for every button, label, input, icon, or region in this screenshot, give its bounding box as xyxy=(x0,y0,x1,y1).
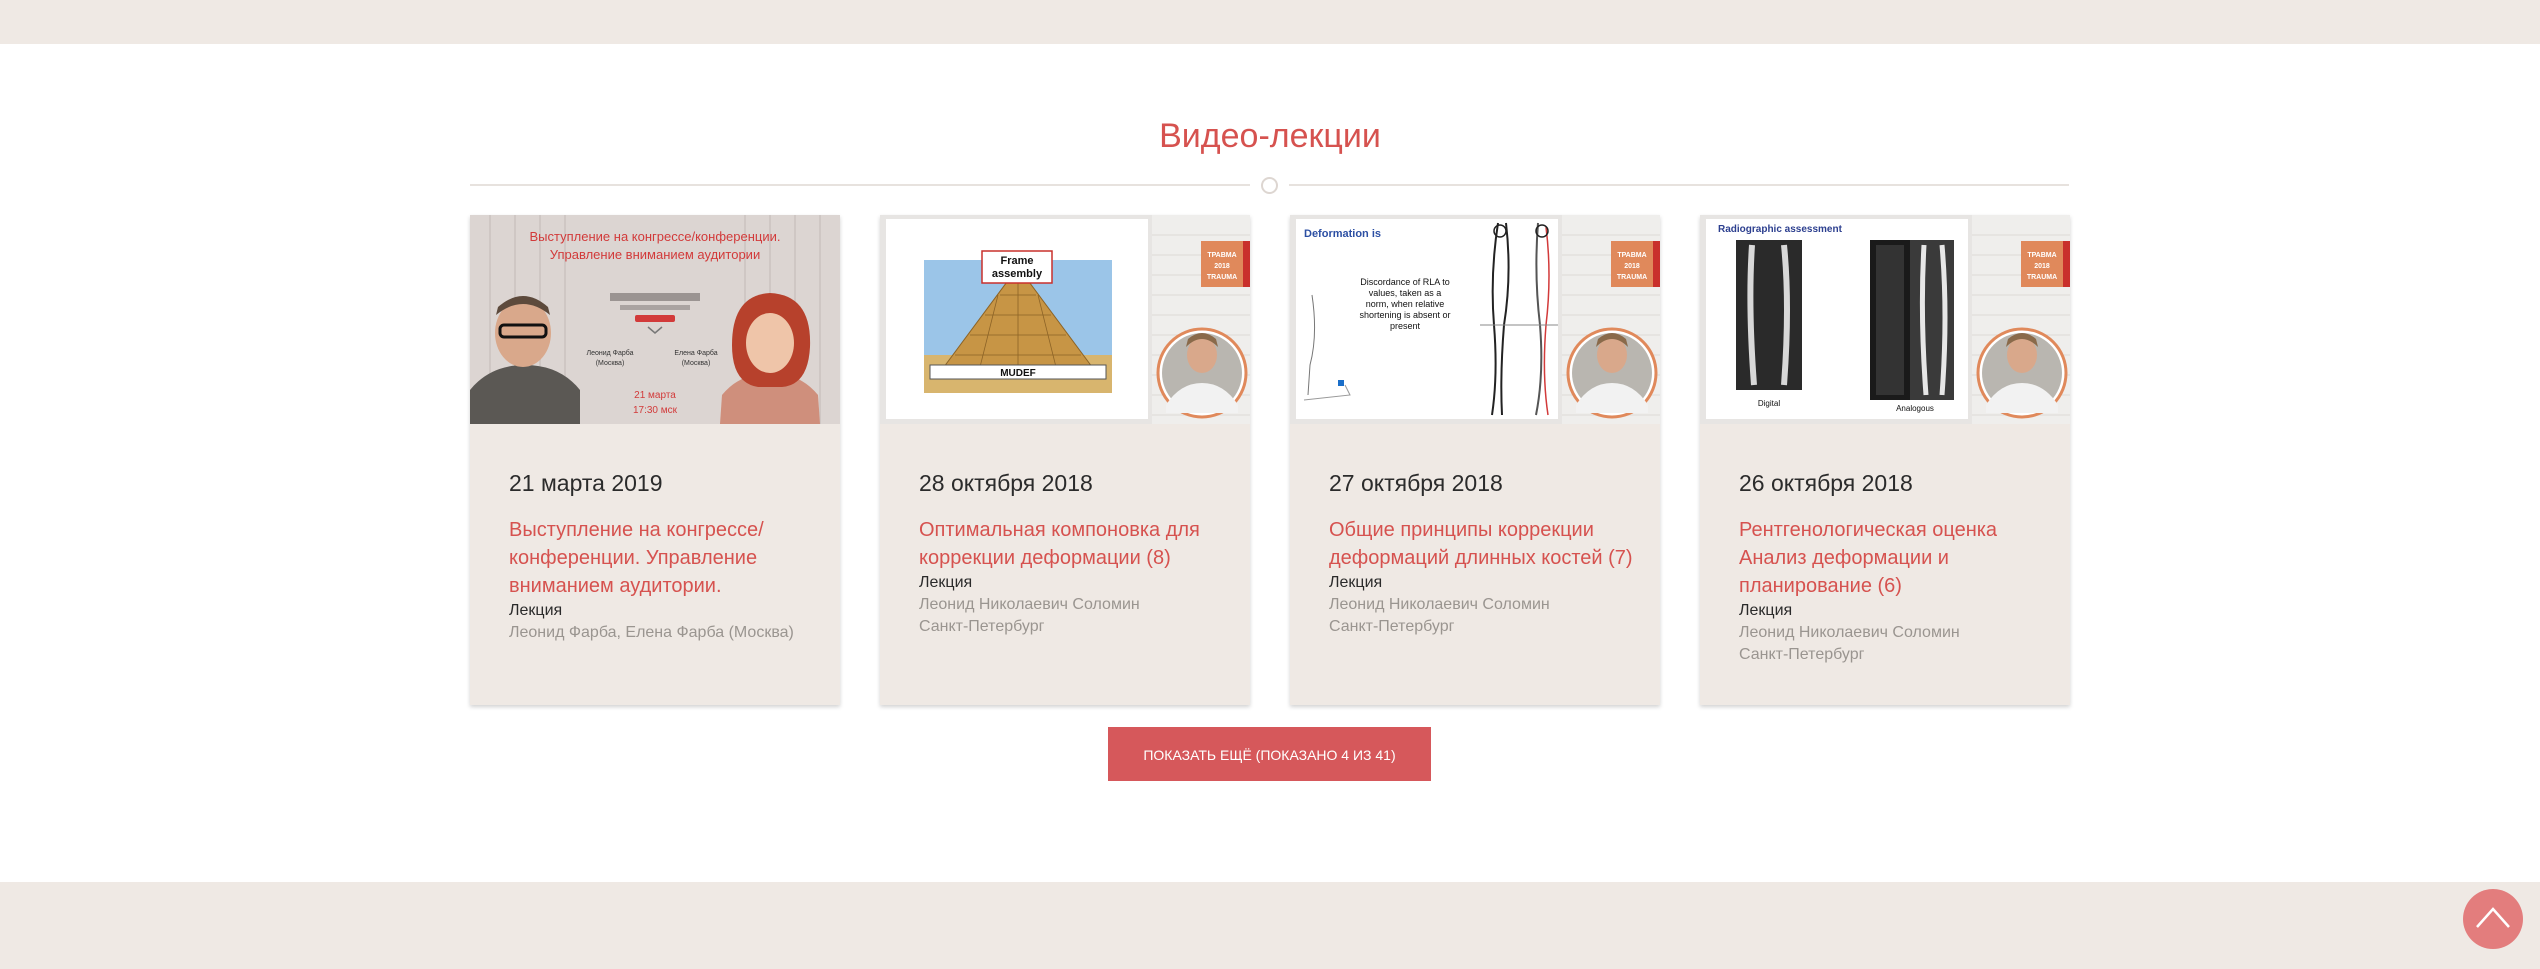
thumb-event-time: 17:30 мск xyxy=(633,405,678,416)
video-thumbnail-image: Radiographic assessment Digital Analogou… xyxy=(1700,215,2070,424)
video-thumbnail-image: Frame assembly MUDEF ТРАВМА 2018 TRAUMA xyxy=(880,215,1250,424)
card-date: 27 октября 2018 xyxy=(1329,470,1503,496)
video-card[interactable]: Frame assembly MUDEF ТРАВМА 2018 TRAUMA … xyxy=(880,215,1250,705)
svg-text:TRAUMA: TRAUMA xyxy=(1617,274,1647,281)
svg-text:ТРАВМА: ТРАВМА xyxy=(2027,252,2056,259)
svg-text:2018: 2018 xyxy=(2034,263,2050,270)
card-author: Леонид Николаевич Соломин xyxy=(919,596,1140,613)
svg-text:TRAUMA: TRAUMA xyxy=(2027,274,2057,281)
card-type: Лекция xyxy=(919,574,973,591)
slide-label: assembly xyxy=(992,268,1043,280)
slide-title: Deformation is xyxy=(1304,228,1381,240)
video-thumbnail[interactable]: Frame assembly MUDEF ТРАВМА 2018 TRAUMA xyxy=(880,215,1250,424)
video-card[interactable]: Выступление на конгрессе/конференции. Уп… xyxy=(470,215,840,705)
thumb-speaker-name: Леонид Фарба xyxy=(586,349,633,357)
show-more-button[interactable]: Показать ещё (показано 4 из 41) xyxy=(1108,727,1431,781)
video-card[interactable]: Radiographic assessment Digital Analogou… xyxy=(1700,215,2070,705)
card-type: Лекция xyxy=(509,602,563,619)
card-author: Леонид Николаевич Соломин xyxy=(1739,624,1960,641)
video-thumbnail[interactable]: Radiographic assessment Digital Analogou… xyxy=(1700,215,2070,424)
thumb-headline: Выступление на конгрессе/конференции. xyxy=(530,229,781,244)
svg-text:TRAUMA: TRAUMA xyxy=(1207,274,1237,281)
card-date: 28 октября 2018 xyxy=(919,470,1093,496)
svg-text:2018: 2018 xyxy=(1624,263,1640,270)
slide-text: shortening is absent or xyxy=(1359,310,1450,320)
svg-text:2018: 2018 xyxy=(1214,263,1230,270)
next-section-band xyxy=(0,882,2540,969)
card-title-link[interactable]: Общие принципы коррекции деформаций длин… xyxy=(1329,516,1634,572)
slide-text: values, taken as a xyxy=(1369,288,1442,298)
thumb-speaker-city: (Москва) xyxy=(682,360,711,367)
top-section-band xyxy=(0,0,2540,44)
section-divider-ornament xyxy=(1261,177,1278,194)
slide-label: Frame xyxy=(1000,255,1033,267)
slide-text: present xyxy=(1390,321,1421,331)
slide-footer: MUDEF xyxy=(1000,368,1036,379)
scroll-to-top-button[interactable] xyxy=(2463,889,2523,949)
slide-title: Radiographic assessment xyxy=(1718,224,1843,235)
card-date: 26 октября 2018 xyxy=(1739,470,1913,496)
slide-label: Analogous xyxy=(1896,404,1934,413)
card-type: Лекция xyxy=(1329,574,1383,591)
video-thumbnail-image: Deformation is Discordance of RLA to val… xyxy=(1290,215,1660,424)
video-card[interactable]: Deformation is Discordance of RLA to val… xyxy=(1290,215,1660,705)
thumb-event-date: 21 марта xyxy=(634,390,676,401)
svg-text:ТРАВМА: ТРАВМА xyxy=(1207,252,1236,259)
section-divider-right xyxy=(1289,184,2069,186)
slide-text: norm, when relative xyxy=(1366,299,1445,309)
card-title-link[interactable]: Выступление на конгрессе/ конференции. У… xyxy=(509,516,814,600)
chevron-up-icon xyxy=(2476,907,2510,928)
card-title-link[interactable]: Рентгенологическая оценка Анализ деформа… xyxy=(1739,516,2044,600)
thumb-speaker-name: Елена Фарба xyxy=(674,349,717,357)
section-divider-left xyxy=(470,184,1250,186)
video-thumbnail-image: Выступление на конгрессе/конференции. Уп… xyxy=(470,215,840,424)
card-type: Лекция xyxy=(1739,602,1793,619)
slide-label: Digital xyxy=(1758,399,1780,408)
card-title-link[interactable]: Оптимальная компоновка для коррекции деф… xyxy=(919,516,1224,572)
video-thumbnail[interactable]: Выступление на конгрессе/конференции. Уп… xyxy=(470,215,840,424)
slide-text: Discordance of RLA to xyxy=(1360,277,1450,287)
section-title: Видео-лекции xyxy=(1159,117,1381,155)
card-author: Леонид Фарба, Елена Фарба (Москва) xyxy=(509,624,794,641)
card-city: Санкт-Петербург xyxy=(919,618,1045,635)
card-date: 21 марта 2019 xyxy=(509,470,663,496)
svg-text:ТРАВМА: ТРАВМА xyxy=(1617,252,1646,259)
thumb-speaker-city: (Москва) xyxy=(596,360,625,367)
card-city: Санкт-Петербург xyxy=(1739,646,1865,663)
video-thumbnail[interactable]: Deformation is Discordance of RLA to val… xyxy=(1290,215,1660,424)
card-author: Леонид Николаевич Соломин xyxy=(1329,596,1550,613)
card-city: Санкт-Петербург xyxy=(1329,618,1455,635)
thumb-headline: Управление вниманием аудитории xyxy=(550,247,760,262)
